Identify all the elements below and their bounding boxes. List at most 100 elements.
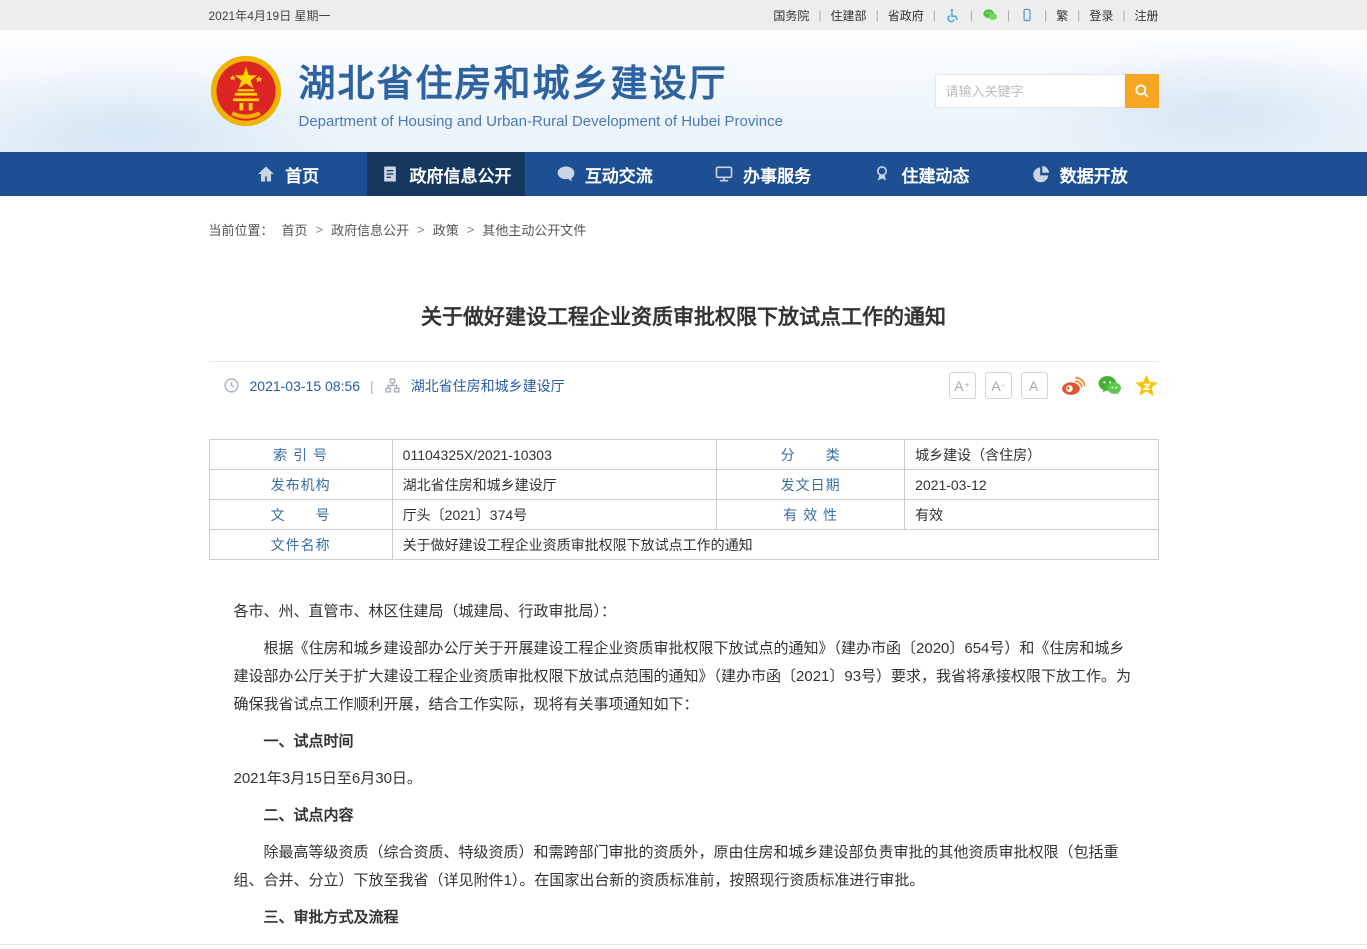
breadcrumb-separator: > xyxy=(417,222,425,237)
article-body: 各市、州、直管市、林区住建局（城建局、行政审批局）： 根据《住房和城乡建设部办公… xyxy=(209,598,1159,932)
pie-chart-icon xyxy=(1031,164,1051,184)
topbar-separator: | xyxy=(970,8,973,22)
topbar-separator: | xyxy=(876,8,879,22)
publish-time: 2021-03-15 08:56 xyxy=(250,378,361,394)
info-value-doc-number: 厅头〔2021〕374号 xyxy=(392,500,717,530)
nav-item-label: 数据开放 xyxy=(1060,162,1128,187)
accessibility-icon[interactable] xyxy=(945,7,961,23)
link-provincial-gov[interactable]: 省政府 xyxy=(888,7,924,24)
site-header: 湖北省住房和城乡建设厅 Department of Housing and Ur… xyxy=(0,30,1367,152)
breadcrumb-item-policy[interactable]: 政策 xyxy=(433,220,459,239)
article-meta-row: 2021-03-15 08:56 | 湖北省住房和城乡建设厅 A+ A- A xyxy=(209,362,1159,411)
topbar-separator: | xyxy=(1007,8,1010,22)
table-row: 文 号 厅头〔2021〕374号 有 效 性 有效 xyxy=(209,500,1158,530)
topbar-separator: | xyxy=(933,8,936,22)
info-label-doc-number: 文 号 xyxy=(209,500,392,530)
info-label-category: 分 类 xyxy=(717,440,905,470)
body-paragraph: 2021年3月15日至6月30日。 xyxy=(234,765,1134,793)
section-heading-2: 二、试点内容 xyxy=(234,802,1134,830)
monitor-icon xyxy=(714,164,734,184)
nav-item-label: 住建动态 xyxy=(901,162,969,187)
font-increase-button[interactable]: A+ xyxy=(949,372,976,399)
nav-item-gov-info[interactable]: 政府信息公开 xyxy=(367,152,525,196)
nav-item-services[interactable]: 办事服务 xyxy=(683,152,841,196)
search-button[interactable] xyxy=(1125,74,1159,108)
topbar-separator: | xyxy=(1122,8,1125,22)
nav-item-label: 互动交流 xyxy=(585,162,653,187)
info-value-issuer: 湖北省住房和城乡建设厅 xyxy=(392,470,717,500)
info-label-doc-title: 文件名称 xyxy=(209,530,392,560)
font-decrease-button[interactable]: A- xyxy=(985,372,1012,399)
national-emblem-icon xyxy=(209,54,283,128)
meta-separator: | xyxy=(370,378,374,394)
search-icon xyxy=(1133,82,1151,100)
body-paragraph: 各市、州、直管市、林区住建局（城建局、行政审批局）： xyxy=(234,598,1134,626)
section-heading-1: 一、试点时间 xyxy=(234,728,1134,756)
breadcrumb-item-home[interactable]: 首页 xyxy=(282,220,308,239)
info-label-index-number: 索 引 号 xyxy=(209,440,392,470)
nav-item-home[interactable]: 首页 xyxy=(209,152,367,196)
mobile-icon[interactable] xyxy=(1019,7,1035,23)
main-nav: 首页 政府信息公开 互动交流 办事服务 住建动态 xyxy=(0,152,1367,196)
nav-item-interaction[interactable]: 互动交流 xyxy=(525,152,683,196)
table-row: 索 引 号 01104325X/2021-10303 分 类 城乡建设（含住房） xyxy=(209,440,1158,470)
page-bottom-divider xyxy=(0,944,1367,949)
article-source-link[interactable]: 湖北省住房和城乡建设厅 xyxy=(411,376,565,396)
chat-bubble-icon xyxy=(556,164,576,184)
topbar: 2021年4月19日 星期一 国务院 | 住建部 | 省政府 | | xyxy=(0,0,1367,30)
info-value-index-number: 01104325X/2021-10303 xyxy=(392,440,717,470)
link-state-council[interactable]: 国务院 xyxy=(773,7,809,24)
table-row: 发布机构 湖北省住房和城乡建设厅 发文日期 2021-03-12 xyxy=(209,470,1158,500)
weibo-icon[interactable] xyxy=(1060,373,1085,398)
breadcrumb-item-gov-info[interactable]: 政府信息公开 xyxy=(331,220,409,239)
body-paragraph: 除最高等级资质（综合资质、特级资质）和需跨部门审批的资质外，原由住房和城乡建设部… xyxy=(234,839,1134,895)
topbar-separator: | xyxy=(1044,8,1047,22)
search-input[interactable] xyxy=(935,74,1125,108)
article-title: 关于做好建设工程企业资质审批权限下放试点工作的通知 xyxy=(209,301,1159,331)
brand-text: 湖北省住房和城乡建设厅 Department of Housing and Ur… xyxy=(299,53,783,130)
breadcrumb-separator: > xyxy=(467,222,475,237)
table-row: 文件名称 关于做好建设工程企业资质审批权限下放试点工作的通知 xyxy=(209,530,1158,560)
qzone-star-icon[interactable] xyxy=(1134,373,1159,398)
nav-item-open-data[interactable]: 数据开放 xyxy=(1000,152,1158,196)
nav-item-label: 办事服务 xyxy=(743,162,811,187)
topbar-separator: | xyxy=(818,8,821,22)
site-brand[interactable]: 湖北省住房和城乡建设厅 Department of Housing and Ur… xyxy=(209,53,783,130)
breadcrumb-item-other-public-docs[interactable]: 其他主动公开文件 xyxy=(482,220,586,239)
link-mohurd[interactable]: 住建部 xyxy=(831,7,867,24)
info-label-issuer: 发布机构 xyxy=(209,470,392,500)
sitemap-icon xyxy=(384,377,401,394)
search-box xyxy=(935,74,1159,108)
wechat-icon[interactable] xyxy=(982,7,998,23)
section-heading-3: 三、审批方式及流程 xyxy=(234,904,1134,932)
info-value-validity: 有效 xyxy=(905,500,1158,530)
register-link[interactable]: 注册 xyxy=(1134,7,1158,24)
article: 关于做好建设工程企业资质审批权限下放试点工作的通知 2021-03-15 08:… xyxy=(209,301,1159,932)
site-title: 湖北省住房和城乡建设厅 xyxy=(299,53,783,107)
login-link[interactable]: 登录 xyxy=(1089,7,1113,24)
breadcrumb: 当前位置： 首页 > 政府信息公开 > 政策 > 其他主动公开文件 xyxy=(209,220,1159,239)
wechat-share-icon[interactable] xyxy=(1097,373,1122,398)
clock-icon xyxy=(223,377,240,394)
topbar-separator: | xyxy=(1077,8,1080,22)
home-icon xyxy=(256,164,276,184)
info-value-doc-title: 关于做好建设工程企业资质审批权限下放试点工作的通知 xyxy=(392,530,1158,560)
topbar-links: 国务院 | 住建部 | 省政府 | | | xyxy=(773,7,1158,24)
info-value-issue-date: 2021-03-12 xyxy=(905,470,1158,500)
nav-item-news[interactable]: 住建动态 xyxy=(842,152,1000,196)
breadcrumb-separator: > xyxy=(316,222,324,237)
site-subtitle: Department of Housing and Urban-Rural De… xyxy=(299,113,783,130)
nav-item-label: 政府信息公开 xyxy=(409,162,511,187)
document-info-table: 索 引 号 01104325X/2021-10303 分 类 城乡建设（含住房）… xyxy=(209,439,1159,560)
nav-item-label: 首页 xyxy=(285,162,319,187)
info-value-category: 城乡建设（含住房） xyxy=(905,440,1158,470)
document-icon xyxy=(380,164,400,184)
current-date: 2021年4月19日 星期一 xyxy=(209,7,331,24)
font-reset-button[interactable]: A xyxy=(1021,372,1048,399)
body-paragraph: 根据《住房和城乡建设部办公厅关于开展建设工程企业资质审批权限下放试点的通知》（建… xyxy=(234,635,1134,719)
traditional-chinese-toggle[interactable]: 繁 xyxy=(1056,7,1068,24)
breadcrumb-label: 当前位置： xyxy=(209,220,274,239)
info-label-validity: 有 效 性 xyxy=(717,500,905,530)
medal-icon xyxy=(872,164,892,184)
info-label-issue-date: 发文日期 xyxy=(717,470,905,500)
